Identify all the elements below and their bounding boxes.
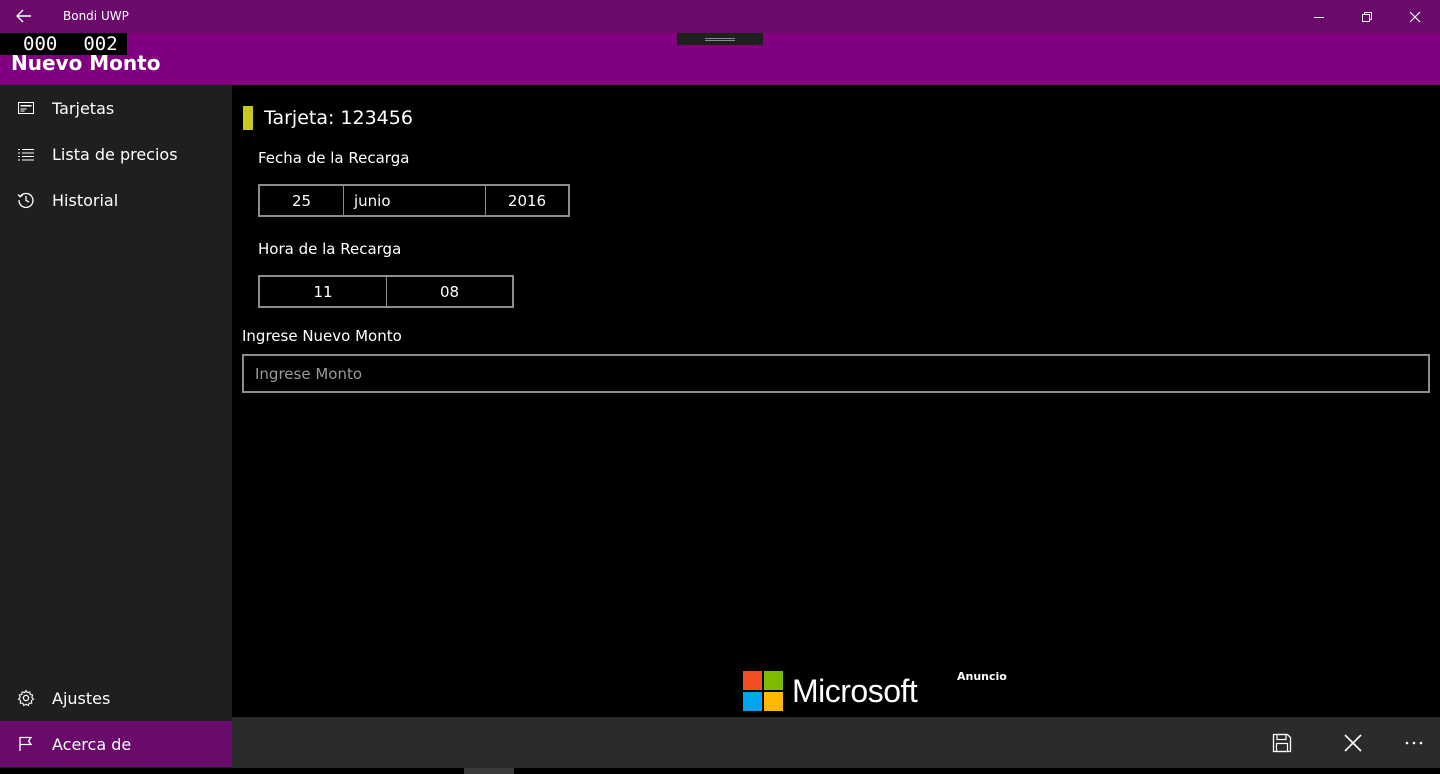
date-picker[interactable]: 25 junio 2016: [258, 184, 570, 217]
close-icon[interactable]: [1392, 0, 1438, 33]
ad-banner[interactable]: Microsoft Anuncio: [743, 670, 1023, 716]
date-label: Fecha de la Recarga: [258, 149, 410, 167]
card-title: Tarjeta: 123456: [264, 107, 413, 129]
counter-right: 002: [83, 33, 118, 55]
sidebar-item-label: Lista de precios: [52, 144, 178, 164]
sidebar-item-label: Tarjetas: [52, 98, 115, 118]
history-icon: [16, 190, 36, 210]
time-label: Hora de la Recarga: [258, 240, 402, 258]
main-content: Tarjeta: 123456 Fecha de la Recarga 25 j…: [232, 85, 1440, 717]
sidebar-item-lista-de-precios[interactable]: Lista de precios: [0, 131, 232, 177]
page-header: Nuevo Monto: [0, 33, 1440, 85]
cancel-icon[interactable]: [1327, 717, 1379, 768]
restore-icon[interactable]: [1344, 0, 1390, 33]
sidebar-item-label: Ajustes: [52, 688, 111, 708]
date-year[interactable]: 2016: [486, 186, 568, 215]
sidebar-item-label: Acerca de: [52, 734, 132, 754]
ad-label: Anuncio: [957, 670, 1007, 683]
back-arrow-icon[interactable]: [8, 3, 40, 29]
card-marker: [243, 106, 253, 130]
amount-label: Ingrese Nuevo Monto: [242, 327, 402, 345]
list-icon: [16, 144, 36, 164]
amount-input[interactable]: [242, 354, 1430, 393]
time-picker[interactable]: 11 08: [258, 275, 514, 308]
scroll-thumb[interactable]: [464, 768, 514, 774]
title-bar: Bondi UWP: [0, 0, 1440, 33]
frame-counter: 000 002: [0, 33, 127, 55]
app-title: Bondi UWP: [63, 9, 129, 23]
flag-icon: [16, 734, 36, 754]
sidebar-item-tarjetas[interactable]: Tarjetas: [0, 85, 232, 131]
more-icon[interactable]: [1388, 717, 1440, 768]
minimize-icon[interactable]: [1296, 0, 1342, 33]
date-month[interactable]: junio: [344, 186, 486, 215]
sidebar-item-ajustes[interactable]: Ajustes: [0, 675, 232, 721]
ad-brand: Microsoft: [792, 673, 918, 709]
drag-handle[interactable]: [677, 33, 763, 45]
time-hour[interactable]: 11: [260, 277, 387, 306]
date-day[interactable]: 25: [260, 186, 344, 215]
command-bar: [232, 717, 1440, 768]
bottom-scroll-strip: [0, 768, 1440, 774]
microsoft-logo-icon: [743, 671, 783, 711]
sidebar-item-historial[interactable]: Historial: [0, 177, 232, 223]
save-icon[interactable]: [1256, 717, 1308, 768]
card-icon: [16, 98, 36, 118]
counter-left: 000: [23, 33, 58, 55]
sidebar-item-acerca-de[interactable]: Acerca de: [0, 721, 232, 767]
sidebar-item-label: Historial: [52, 190, 119, 210]
time-minute[interactable]: 08: [387, 277, 512, 306]
sidebar: Tarjetas Lista de precios Historial Ajus…: [0, 85, 232, 774]
gear-icon: [16, 688, 36, 708]
